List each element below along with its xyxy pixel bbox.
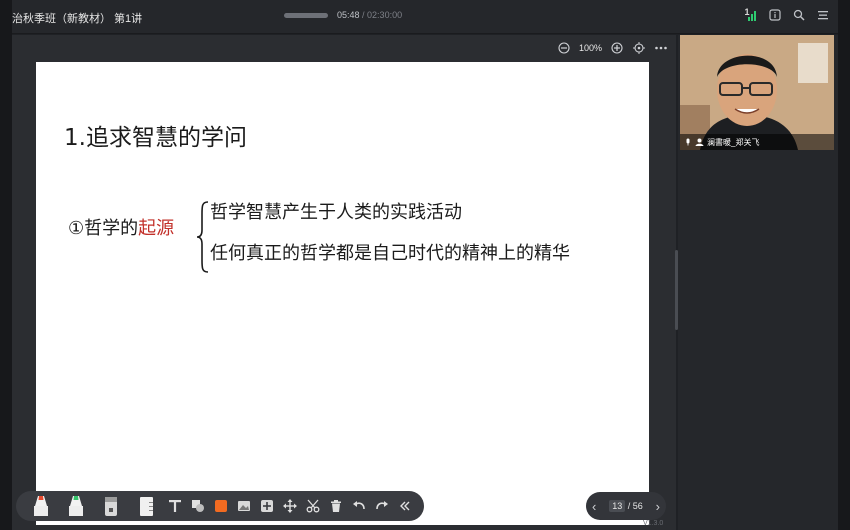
- menu-icon[interactable]: [816, 8, 830, 22]
- zoom-in-icon[interactable]: [610, 41, 624, 55]
- curly-brace: [196, 201, 209, 273]
- drawing-toolbar: [16, 491, 424, 521]
- teacher-name-bar: 澜書暖_郑关飞: [680, 134, 834, 150]
- scissors-icon[interactable]: [304, 497, 322, 515]
- next-page-icon[interactable]: ›: [656, 499, 660, 514]
- redo-icon[interactable]: [373, 497, 391, 515]
- info-icon[interactable]: [768, 8, 782, 22]
- green-marker-icon[interactable]: [61, 496, 91, 516]
- eraser-bottle-icon[interactable]: [96, 497, 126, 516]
- top-bar: 治秋季班（新教材） 第1讲 05:48 / 02:30:00 1: [12, 0, 838, 34]
- fit-screen-icon[interactable]: [632, 41, 646, 55]
- zoom-level: 100%: [578, 43, 602, 53]
- shape-tool-icon[interactable]: [189, 497, 207, 515]
- teacher-name: 澜書暖_郑关飞: [707, 137, 760, 147]
- add-tool-icon[interactable]: [258, 497, 276, 515]
- origin-prefix: ①哲学的: [68, 218, 139, 239]
- undo-icon[interactable]: [350, 497, 368, 515]
- text-tool-icon[interactable]: [166, 497, 184, 515]
- current-time: 05:48: [337, 10, 360, 20]
- slide-stage: 100% 1.追求智慧的学问 ①哲学的起源 哲学智慧产生于人类的实践活动 任何真…: [12, 35, 676, 530]
- move-tool-icon[interactable]: [281, 497, 299, 515]
- page-navigator: ‹ 13 / 56 ›: [586, 492, 666, 520]
- page-separator: /: [625, 501, 633, 511]
- teacher-video-frame: [680, 35, 834, 150]
- signal-label: 1: [744, 7, 750, 17]
- collapse-icon[interactable]: [396, 497, 414, 515]
- red-marker-icon[interactable]: [26, 496, 56, 516]
- zoom-search-icon[interactable]: [792, 8, 806, 22]
- time-separator: /: [359, 10, 368, 20]
- right-panel: 澜書暖_郑关飞: [678, 35, 838, 530]
- page-indicator: 13 / 56: [609, 500, 643, 512]
- total-pages: 56: [632, 501, 643, 511]
- course-title: 治秋季班（新教材） 第1讲: [12, 13, 143, 25]
- zoom-controls: 100%: [557, 41, 668, 55]
- slide-canvas: 1.追求智慧的学问 ①哲学的起源 哲学智慧产生于人类的实践活动 任何真正的哲学都…: [36, 62, 649, 525]
- zoom-out-icon[interactable]: [557, 41, 571, 55]
- playback-progress-bar[interactable]: [284, 13, 328, 18]
- user-icon: [695, 138, 704, 146]
- top-icon-group: 1: [744, 7, 830, 22]
- image-tool-icon[interactable]: [235, 497, 253, 515]
- prev-page-icon[interactable]: ‹: [592, 499, 596, 514]
- ruler-icon[interactable]: [131, 497, 161, 516]
- signal-icon[interactable]: 1: [744, 7, 758, 22]
- origin-label: ①哲学的起源: [68, 214, 174, 240]
- right-edge: [838, 0, 850, 530]
- slide-heading: 1.追求智慧的学问: [64, 125, 247, 151]
- current-page[interactable]: 13: [609, 500, 626, 512]
- left-edge: [0, 0, 12, 530]
- slide-point-2: 任何真正的哲学都是自己时代的精神上的精华: [210, 243, 570, 264]
- trash-icon[interactable]: [327, 497, 345, 515]
- playback-time: 05:48 / 02:30:00: [337, 10, 402, 20]
- teacher-video: 澜書暖_郑关飞: [680, 35, 834, 150]
- slide-point-1: 哲学智慧产生于人类的实践活动: [210, 202, 462, 223]
- total-time: 02:30:00: [367, 10, 403, 20]
- version-label: V1.3.0: [643, 520, 664, 527]
- mic-icon: [686, 138, 690, 146]
- origin-accent: 起源: [138, 218, 175, 239]
- more-options-icon[interactable]: [654, 41, 668, 55]
- color-fill-icon[interactable]: [212, 497, 230, 515]
